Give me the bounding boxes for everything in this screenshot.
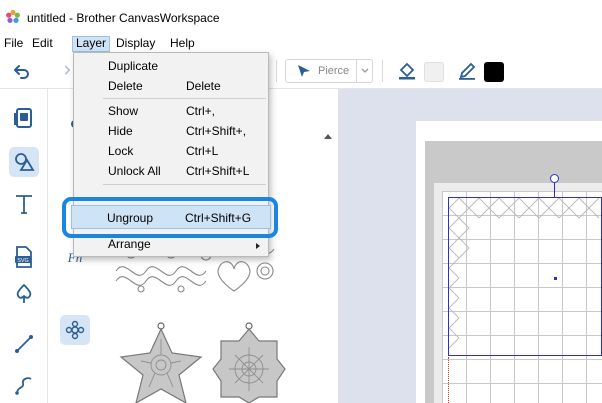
text-icon[interactable] <box>12 192 36 216</box>
canvas-area[interactable] <box>338 89 602 403</box>
window-title: untitled - Brother CanvasWorkspace <box>27 11 220 25</box>
toolbar-separator <box>276 60 277 82</box>
line-color-swatch[interactable] <box>484 62 504 82</box>
pen-icon[interactable] <box>457 61 477 81</box>
tool-rail: SVG <box>0 89 48 403</box>
curve-tool-icon[interactable] <box>12 373 36 397</box>
ungroup-highlight-ring <box>62 197 278 238</box>
selection-box[interactable] <box>448 197 602 356</box>
layers-icon[interactable] <box>12 106 36 130</box>
menu-item-label: Unlock All <box>108 164 161 178</box>
menu-edit[interactable]: Edit <box>29 36 56 52</box>
menu-item-shortcut: Ctrl+L <box>186 144 219 158</box>
menu-item-label: Show <box>108 104 139 118</box>
menu-layer[interactable]: Layer <box>72 36 111 52</box>
app-logo-icon <box>6 9 20 23</box>
svg-file-icon[interactable]: SVG <box>12 245 36 269</box>
menu-item-shortcut: Delete <box>186 79 221 93</box>
rotate-handle[interactable] <box>550 174 559 183</box>
fill-bucket-icon[interactable] <box>397 61 417 81</box>
menu-item-label: Delete <box>108 79 143 93</box>
menu-file[interactable]: File <box>1 36 26 52</box>
selection-center-point[interactable] <box>554 277 557 280</box>
pierce-icon <box>298 65 310 77</box>
scroll-up-icon[interactable] <box>324 133 332 139</box>
toolbar-separator <box>382 60 383 82</box>
fill-color-swatch[interactable] <box>424 62 444 82</box>
library-scrollbar[interactable] <box>321 99 335 399</box>
line-tool-icon[interactable] <box>12 332 36 356</box>
menu-item-duplicate[interactable]: Duplicate <box>74 56 268 76</box>
spade-shape-icon[interactable] <box>12 282 36 306</box>
menu-item-shortcut: Ctrl+, <box>186 104 216 118</box>
svg-text:SVG: SVG <box>17 258 29 264</box>
pierce-dropdown[interactable] <box>356 60 372 82</box>
menu-item-lock[interactable]: Lock Ctrl+L <box>74 141 268 161</box>
menu-item-unlock-all[interactable]: Unlock All Ctrl+Shift+L <box>74 161 268 181</box>
snowflake-ornament-thumbnail[interactable] <box>211 321 287 403</box>
menu-item-delete[interactable]: Delete Delete <box>74 76 268 96</box>
menu-bar: File Edit Layer Display Help <box>0 36 602 52</box>
menu-item-hide[interactable]: Hide Ctrl+Shift+, <box>74 121 268 141</box>
menu-item-label: Hide <box>108 124 133 138</box>
menu-help[interactable]: Help <box>167 36 198 52</box>
chevron-down-icon <box>361 68 369 73</box>
undo-icon[interactable] <box>12 61 32 81</box>
pierce-button[interactable]: Pierce <box>285 59 373 83</box>
menu-item-shortcut: Ctrl+Shift+L <box>186 164 250 178</box>
menu-item-shortcut: Ctrl+Shift+, <box>186 124 247 138</box>
lace-flower-icon <box>65 320 85 340</box>
title-bar: untitled - Brother CanvasWorkspace <box>0 0 602 36</box>
menu-item-label: Lock <box>108 144 134 158</box>
redo-icon[interactable] <box>54 61 72 81</box>
shapes-icon <box>15 153 35 171</box>
shapes-tool-button[interactable] <box>9 147 39 177</box>
category-lace-button[interactable] <box>60 315 90 345</box>
red-guide-line <box>448 357 449 403</box>
menu-item-label: Duplicate <box>108 59 159 73</box>
menu-item-show[interactable]: Show Ctrl+, <box>74 101 268 121</box>
menu-item-arrange[interactable]: Arrange <box>74 236 268 256</box>
menu-display[interactable]: Display <box>113 36 158 52</box>
menu-separator <box>103 98 266 99</box>
star-ornament-thumbnail[interactable] <box>113 321 209 403</box>
pierce-label: Pierce <box>318 65 350 77</box>
submenu-arrow-icon <box>256 243 260 249</box>
menu-item-label: Arrange <box>108 237 151 251</box>
